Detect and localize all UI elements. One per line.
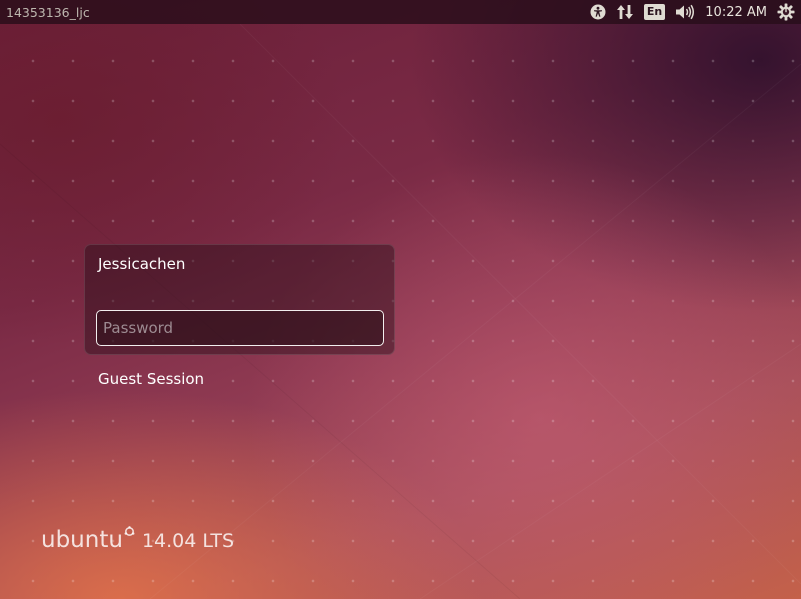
user-name-label: Jessicachen — [98, 255, 186, 273]
clock-indicator[interactable]: 10:22 AM — [705, 0, 767, 24]
indicator-area: En 10:22 AM — [580, 0, 801, 24]
login-screen: 14353136_ljc En 10:22 AM Jessicachen Gue… — [0, 0, 801, 599]
hostname-label: 14353136_ljc — [6, 4, 90, 20]
volume-icon[interactable] — [675, 0, 695, 24]
user-login-box: Jessicachen — [84, 244, 395, 355]
password-input[interactable] — [96, 310, 384, 346]
keyboard-layout-label: En — [643, 4, 666, 20]
ubuntu-branding: ubuntu 14.04 LTS — [41, 526, 235, 553]
ubuntu-circle-of-friends-icon — [124, 522, 135, 541]
ubuntu-logo-wordmark: ubuntu — [41, 527, 123, 553]
guest-session-item[interactable]: Guest Session — [98, 370, 204, 388]
accessibility-icon[interactable] — [590, 0, 606, 24]
clock-label: 10:22 AM — [705, 4, 767, 20]
top-panel: 14353136_ljc En 10:22 AM — [0, 0, 801, 24]
keyboard-layout-indicator[interactable]: En — [643, 0, 666, 24]
network-updown-icon[interactable] — [616, 0, 634, 24]
power-gear-icon[interactable] — [777, 0, 795, 24]
ubuntu-version-label: 14.04 LTS — [141, 530, 235, 552]
